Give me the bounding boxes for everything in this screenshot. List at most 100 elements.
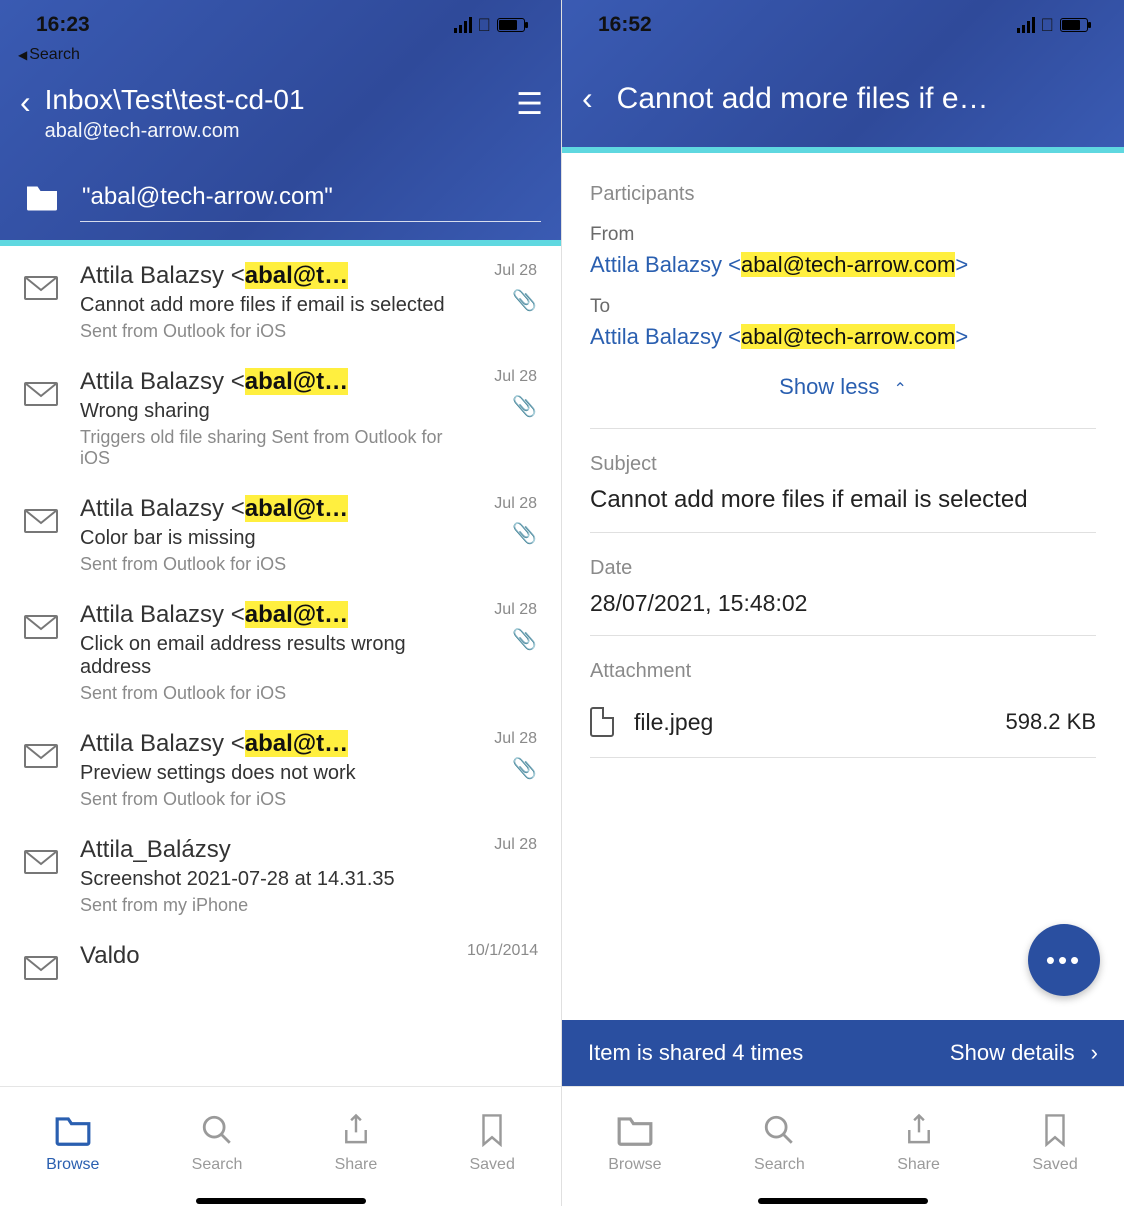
fab-more-button[interactable]: ••• xyxy=(1028,924,1100,996)
to-label: To xyxy=(590,296,1096,318)
tab-label: Browse xyxy=(46,1156,99,1174)
email-preview: Triggers old file sharing Sent from Outl… xyxy=(80,427,445,469)
email-from: Attila Balazsy <abal@t… xyxy=(80,730,445,758)
email-item[interactable]: Attila Balazsy <abal@t…Wrong sharingTrig… xyxy=(0,352,561,479)
participants-label: Participants xyxy=(590,183,1096,206)
email-item[interactable]: Attila Balazsy <abal@t…Cannot add more f… xyxy=(0,246,561,352)
tab-saved[interactable]: Saved xyxy=(469,1110,514,1174)
tab-share[interactable]: Share xyxy=(335,1110,378,1174)
email-item[interactable]: Attila Balazsy <abal@t… Preview settings … xyxy=(0,714,561,820)
battery-icon xyxy=(1060,18,1088,32)
subject-value: Cannot add more files if email is select… xyxy=(590,486,1096,514)
highlight: abal@tech-arrow.com xyxy=(741,252,955,277)
status-icons: 􀙇 xyxy=(454,15,526,36)
mail-icon xyxy=(24,262,58,342)
search-input[interactable] xyxy=(80,177,541,222)
share-icon xyxy=(904,1110,934,1150)
tab-bar: Browse Search Share Saved xyxy=(562,1086,1124,1196)
back-chevron-icon[interactable]: ‹ xyxy=(582,80,593,117)
email-date: Jul 28 xyxy=(467,836,537,854)
email-from: Attila Balazsy <abal@t… xyxy=(80,601,445,629)
attachment-size: 598.2 KB xyxy=(1005,709,1096,735)
show-details-link[interactable]: Show details › xyxy=(950,1040,1098,1066)
email-preview: Sent from Outlook for iOS xyxy=(80,789,445,810)
share-icon xyxy=(341,1110,371,1150)
to-participant[interactable]: Attila Balazsy <abal@tech-arrow.com> xyxy=(590,324,1096,350)
folder-icon xyxy=(616,1110,654,1150)
email-subject: Preview settings does not work xyxy=(80,762,445,785)
cellular-icon xyxy=(454,17,472,33)
from-label: From xyxy=(590,224,1096,246)
email-detail[interactable]: Participants From Attila Balazsy <abal@t… xyxy=(562,153,1124,1020)
bookmark-icon xyxy=(1042,1110,1068,1150)
mail-icon xyxy=(24,730,58,810)
mail-icon xyxy=(24,942,58,985)
email-date: Jul 28 xyxy=(467,262,537,280)
status-icons: 􀙇 xyxy=(1017,15,1089,36)
email-preview: Sent from my iPhone xyxy=(80,895,445,916)
mail-icon xyxy=(24,368,58,469)
menu-icon[interactable]: ☰ xyxy=(516,90,541,120)
share-status: Item is shared 4 times xyxy=(588,1040,803,1066)
status-bar: 16:52 􀙇 xyxy=(562,0,1124,50)
attachment-icon: 📎 xyxy=(467,521,537,546)
back-to-search[interactable]: Search xyxy=(0,46,561,64)
tab-share[interactable]: Share xyxy=(897,1110,940,1174)
mail-icon xyxy=(24,836,58,916)
folder-icon[interactable] xyxy=(24,182,60,217)
highlight: abal@t… xyxy=(245,262,348,289)
subject-label: Subject xyxy=(590,453,1096,476)
back-chevron-icon[interactable]: ‹ xyxy=(20,86,31,118)
tab-search[interactable]: Search xyxy=(192,1110,243,1174)
tab-browse[interactable]: Browse xyxy=(46,1110,99,1174)
tab-label: Search xyxy=(754,1156,805,1174)
email-preview: Sent from Outlook for iOS xyxy=(80,321,445,342)
tab-search[interactable]: Search xyxy=(754,1110,805,1174)
tab-saved[interactable]: Saved xyxy=(1032,1110,1077,1174)
bookmark-icon xyxy=(479,1110,505,1150)
email-date: Jul 28 xyxy=(467,730,537,748)
email-subject: Cannot add more files if email is select… xyxy=(80,294,445,317)
status-bar: 16:23 􀙇 xyxy=(0,0,561,50)
email-list[interactable]: Attila Balazsy <abal@t… Cannot add more f… xyxy=(0,246,561,1086)
email-item[interactable]: Attila Balazsy <abal@t… Click on email ad… xyxy=(0,585,561,714)
highlight: abal@t… xyxy=(245,495,348,522)
detail-title: Cannot add more files if e… xyxy=(617,82,1104,116)
wifi-icon: 􀙇 xyxy=(478,15,492,36)
battery-icon xyxy=(497,18,525,32)
email-from: Attila Balazsy <abal@t… xyxy=(80,495,445,523)
email-preview: Sent from Outlook for iOS xyxy=(80,554,445,575)
from-participant[interactable]: Attila Balazsy <abal@tech-arrow.com> xyxy=(590,252,1096,278)
share-bar[interactable]: Item is shared 4 times Show details › xyxy=(562,1020,1124,1086)
email-date: Jul 28 xyxy=(467,601,537,619)
wifi-icon: 􀙇 xyxy=(1041,15,1055,36)
tab-label: Saved xyxy=(469,1156,514,1174)
home-indicator xyxy=(0,1196,561,1206)
show-less-toggle[interactable]: Show less⌃ xyxy=(590,350,1096,410)
email-subject: Click on email address results wrong add… xyxy=(80,633,445,679)
email-date: 10/1/2014 xyxy=(467,942,537,960)
highlight: abal@t… xyxy=(245,730,348,757)
mail-icon xyxy=(24,495,58,575)
email-item[interactable]: Attila_BalázsyScreenshot 2021-07-28 at 1… xyxy=(0,820,561,926)
email-from: Valdo xyxy=(80,942,445,970)
attachment-label: Attachment xyxy=(590,660,1096,683)
phone-right: 16:52 􀙇 ‹ Cannot add more files if e… Pa… xyxy=(562,0,1124,1206)
email-item[interactable]: Valdo 10/1/2014 xyxy=(0,926,561,995)
folder-icon xyxy=(54,1110,92,1150)
tab-label: Search xyxy=(192,1156,243,1174)
email-date: Jul 28 xyxy=(467,368,537,386)
attachment-name: file.jpeg xyxy=(634,709,713,736)
email-item[interactable]: Attila Balazsy <abal@t…Color bar is miss… xyxy=(0,479,561,585)
attachment-row[interactable]: file.jpeg 598.2 KB xyxy=(590,693,1096,758)
search-icon xyxy=(200,1110,234,1150)
email-from: Attila_Balázsy xyxy=(80,836,445,864)
email-from: Attila Balazsy <abal@t… xyxy=(80,368,445,396)
tab-browse[interactable]: Browse xyxy=(608,1110,661,1174)
attachment-icon: 📎 xyxy=(467,288,537,313)
mail-icon xyxy=(24,601,58,704)
status-time: 16:23 xyxy=(36,13,90,37)
chevron-up-icon: ⌃ xyxy=(893,381,906,398)
home-indicator xyxy=(562,1196,1124,1206)
folder-title: Inbox\Test\test-cd-01 xyxy=(45,84,502,116)
